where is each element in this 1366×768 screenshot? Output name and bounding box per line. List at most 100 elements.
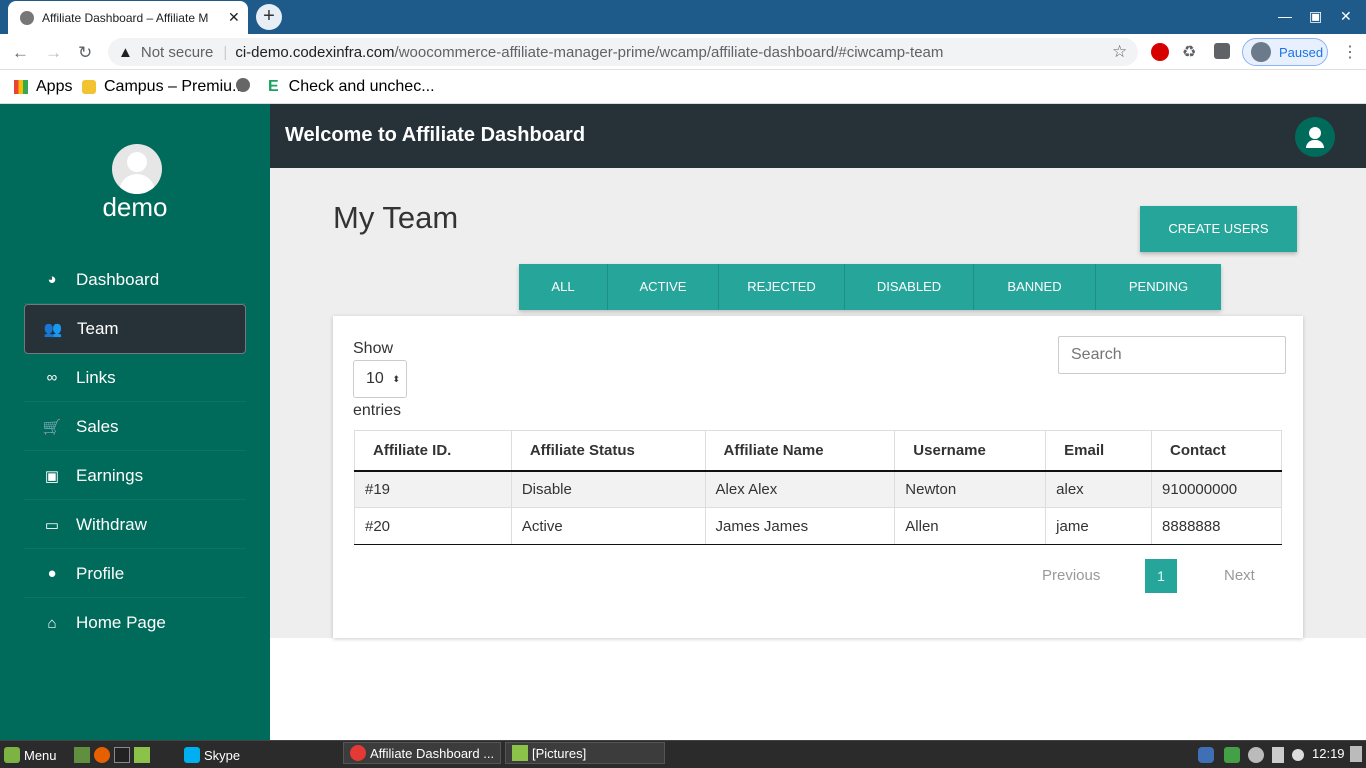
user-icon	[1309, 127, 1321, 139]
globe-icon	[236, 78, 250, 92]
bookmark-campus[interactable]: Campus – Premiu...	[82, 78, 245, 96]
col-email[interactable]: Email	[1045, 430, 1152, 472]
filter-rejected[interactable]: REJECTED	[719, 264, 845, 310]
menu-kebab-icon[interactable]: ⋮	[1342, 42, 1358, 62]
minimize-icon[interactable]: —	[1278, 8, 1292, 24]
cell-username: Newton	[894, 470, 1046, 508]
pagination-previous[interactable]: Previous	[1042, 567, 1100, 584]
maximize-icon[interactable]: ▣	[1309, 8, 1322, 25]
col-contact[interactable]: Contact	[1151, 430, 1282, 472]
bookmark-check[interactable]: E Check and unchec...	[268, 78, 435, 96]
pagination-next[interactable]: Next	[1224, 567, 1255, 584]
firefox-icon[interactable]	[94, 747, 110, 763]
clock: 12:19	[1312, 746, 1345, 761]
cell-affiliate-status: Active	[510, 507, 706, 545]
page-length-select[interactable]: 10 ⬍	[353, 360, 407, 398]
sidebar-item-dashboard[interactable]: ◕ Dashboard	[24, 256, 246, 304]
adblock-icon[interactable]	[1151, 43, 1169, 61]
cell-affiliate-id: #19	[354, 470, 512, 508]
taskbar-window-pictures[interactable]: [Pictures]	[505, 742, 665, 764]
url-path: /woocommerce-affiliate-manager-prime/wca…	[394, 43, 944, 61]
star-icon[interactable]: ☆	[1112, 42, 1127, 62]
create-users-button[interactable]: CREATE USERS	[1140, 206, 1297, 252]
sidebar-item-home-page[interactable]: ⌂ Home Page	[24, 599, 246, 647]
sidebar: demo ◕ Dashboard 👥 Team ∞ Links 🛒 Sales …	[0, 104, 270, 740]
home-icon: ⌂	[47, 614, 57, 632]
taskbar-window-chrome[interactable]: Affiliate Dashboard ...	[343, 742, 501, 764]
users-icon: 👥	[43, 321, 63, 338]
start-menu-button[interactable]: Menu	[4, 744, 57, 766]
show-label: Show	[353, 340, 394, 357]
sidebar-item-profile[interactable]: ● Profile	[24, 550, 246, 598]
search-input[interactable]	[1058, 336, 1286, 374]
taskbar-skype[interactable]: Skype	[184, 744, 240, 766]
pagination-page[interactable]: 1	[1145, 559, 1177, 593]
entries-label: entries	[353, 402, 402, 419]
bookmark-apps[interactable]: Apps	[14, 78, 72, 96]
mint-logo-icon	[4, 747, 20, 763]
close-window-icon[interactable]: ✕	[1340, 8, 1352, 25]
sidebar-item-label: Home Page	[76, 613, 166, 632]
sidebar-item-withdraw[interactable]: ▭ Withdraw	[24, 501, 246, 549]
terminal-icon[interactable]	[114, 747, 130, 763]
show-desktop-icon[interactable]	[74, 747, 90, 763]
taskbar-launchers	[74, 744, 154, 766]
not-secure-label: Not secure	[140, 43, 214, 61]
money-icon: ▣	[44, 467, 60, 485]
network-icon[interactable]	[1272, 747, 1284, 763]
menu-label: Menu	[24, 747, 57, 763]
filter-active[interactable]: ACTIVE	[608, 264, 719, 310]
sidebar-item-label: Profile	[76, 563, 125, 583]
select-arrows-icon: ⬍	[392, 374, 400, 384]
table-header-row: Affiliate ID. Affiliate Status Affiliate…	[354, 430, 1282, 472]
col-affiliate-name[interactable]: Affiliate Name	[704, 430, 895, 472]
col-affiliate-id[interactable]: Affiliate ID.	[354, 430, 512, 472]
globe-icon	[20, 10, 34, 25]
taskbar-window-label: Affiliate Dashboard ...	[370, 745, 494, 761]
filter-all[interactable]: ALL	[519, 264, 608, 310]
system-tray	[1198, 744, 1308, 766]
update-check-icon[interactable]	[1224, 747, 1240, 763]
forward-icon[interactable]: →	[45, 43, 62, 63]
shield-icon[interactable]	[1198, 747, 1214, 763]
sidebar-item-label: Withdraw	[76, 514, 147, 534]
browser-tab[interactable]: Affiliate Dashboard – Affiliate M ✕	[8, 1, 248, 34]
reload-icon[interactable]: ↻	[78, 43, 92, 63]
filter-disabled[interactable]: DISABLED	[845, 264, 974, 310]
user-icon[interactable]	[1248, 747, 1264, 763]
cart-icon: 🛒	[42, 418, 62, 436]
campus-icon	[82, 80, 96, 94]
warning-icon: ▲	[118, 43, 133, 61]
back-icon[interactable]: ←	[12, 43, 29, 63]
paused-label: Paused	[1279, 44, 1324, 60]
chrome-icon	[350, 745, 366, 761]
sidebar-item-label: Links	[76, 367, 116, 387]
sidebar-item-label: Dashboard	[76, 269, 160, 289]
filter-pending[interactable]: PENDING	[1096, 264, 1221, 310]
profile-paused-button[interactable]: Paused	[1242, 38, 1328, 66]
bookmark-globe[interactable]	[236, 78, 250, 92]
new-tab-button[interactable]: +	[256, 4, 282, 30]
sidebar-item-sales[interactable]: 🛒 Sales	[24, 403, 246, 451]
filter-banned[interactable]: BANNED	[974, 264, 1096, 310]
bookmark-label: Campus – Premiu...	[104, 78, 246, 95]
extensions-icon[interactable]	[1214, 43, 1230, 59]
sidebar-item-team[interactable]: 👥 Team	[24, 304, 246, 354]
sidebar-item-links[interactable]: ∞ Links	[24, 354, 246, 402]
sidebar-item-earnings[interactable]: ▣ Earnings	[24, 452, 246, 500]
skype-icon	[184, 747, 200, 763]
col-affiliate-status[interactable]: Affiliate Status	[510, 430, 706, 472]
close-tab-icon[interactable]: ✕	[228, 9, 240, 26]
col-username[interactable]: Username	[894, 430, 1046, 472]
files-icon[interactable]	[134, 747, 150, 763]
power-icon[interactable]	[1350, 746, 1362, 762]
taskbar-window-label: [Pictures]	[532, 745, 587, 761]
credit-card-icon: ▭	[44, 516, 60, 534]
bookmark-label: Apps	[36, 78, 73, 95]
dashboard-header: Welcome to Affiliate Dashboard	[270, 104, 1366, 168]
brightness-icon[interactable]	[1292, 749, 1304, 761]
user-menu-button[interactable]	[1295, 117, 1335, 157]
recycle-icon[interactable]: ♻	[1182, 42, 1196, 62]
url-bar[interactable]: ▲ Not secure | ci-demo.codexinfra.com/wo…	[108, 38, 1138, 66]
cell-affiliate-name: James James	[704, 507, 895, 545]
